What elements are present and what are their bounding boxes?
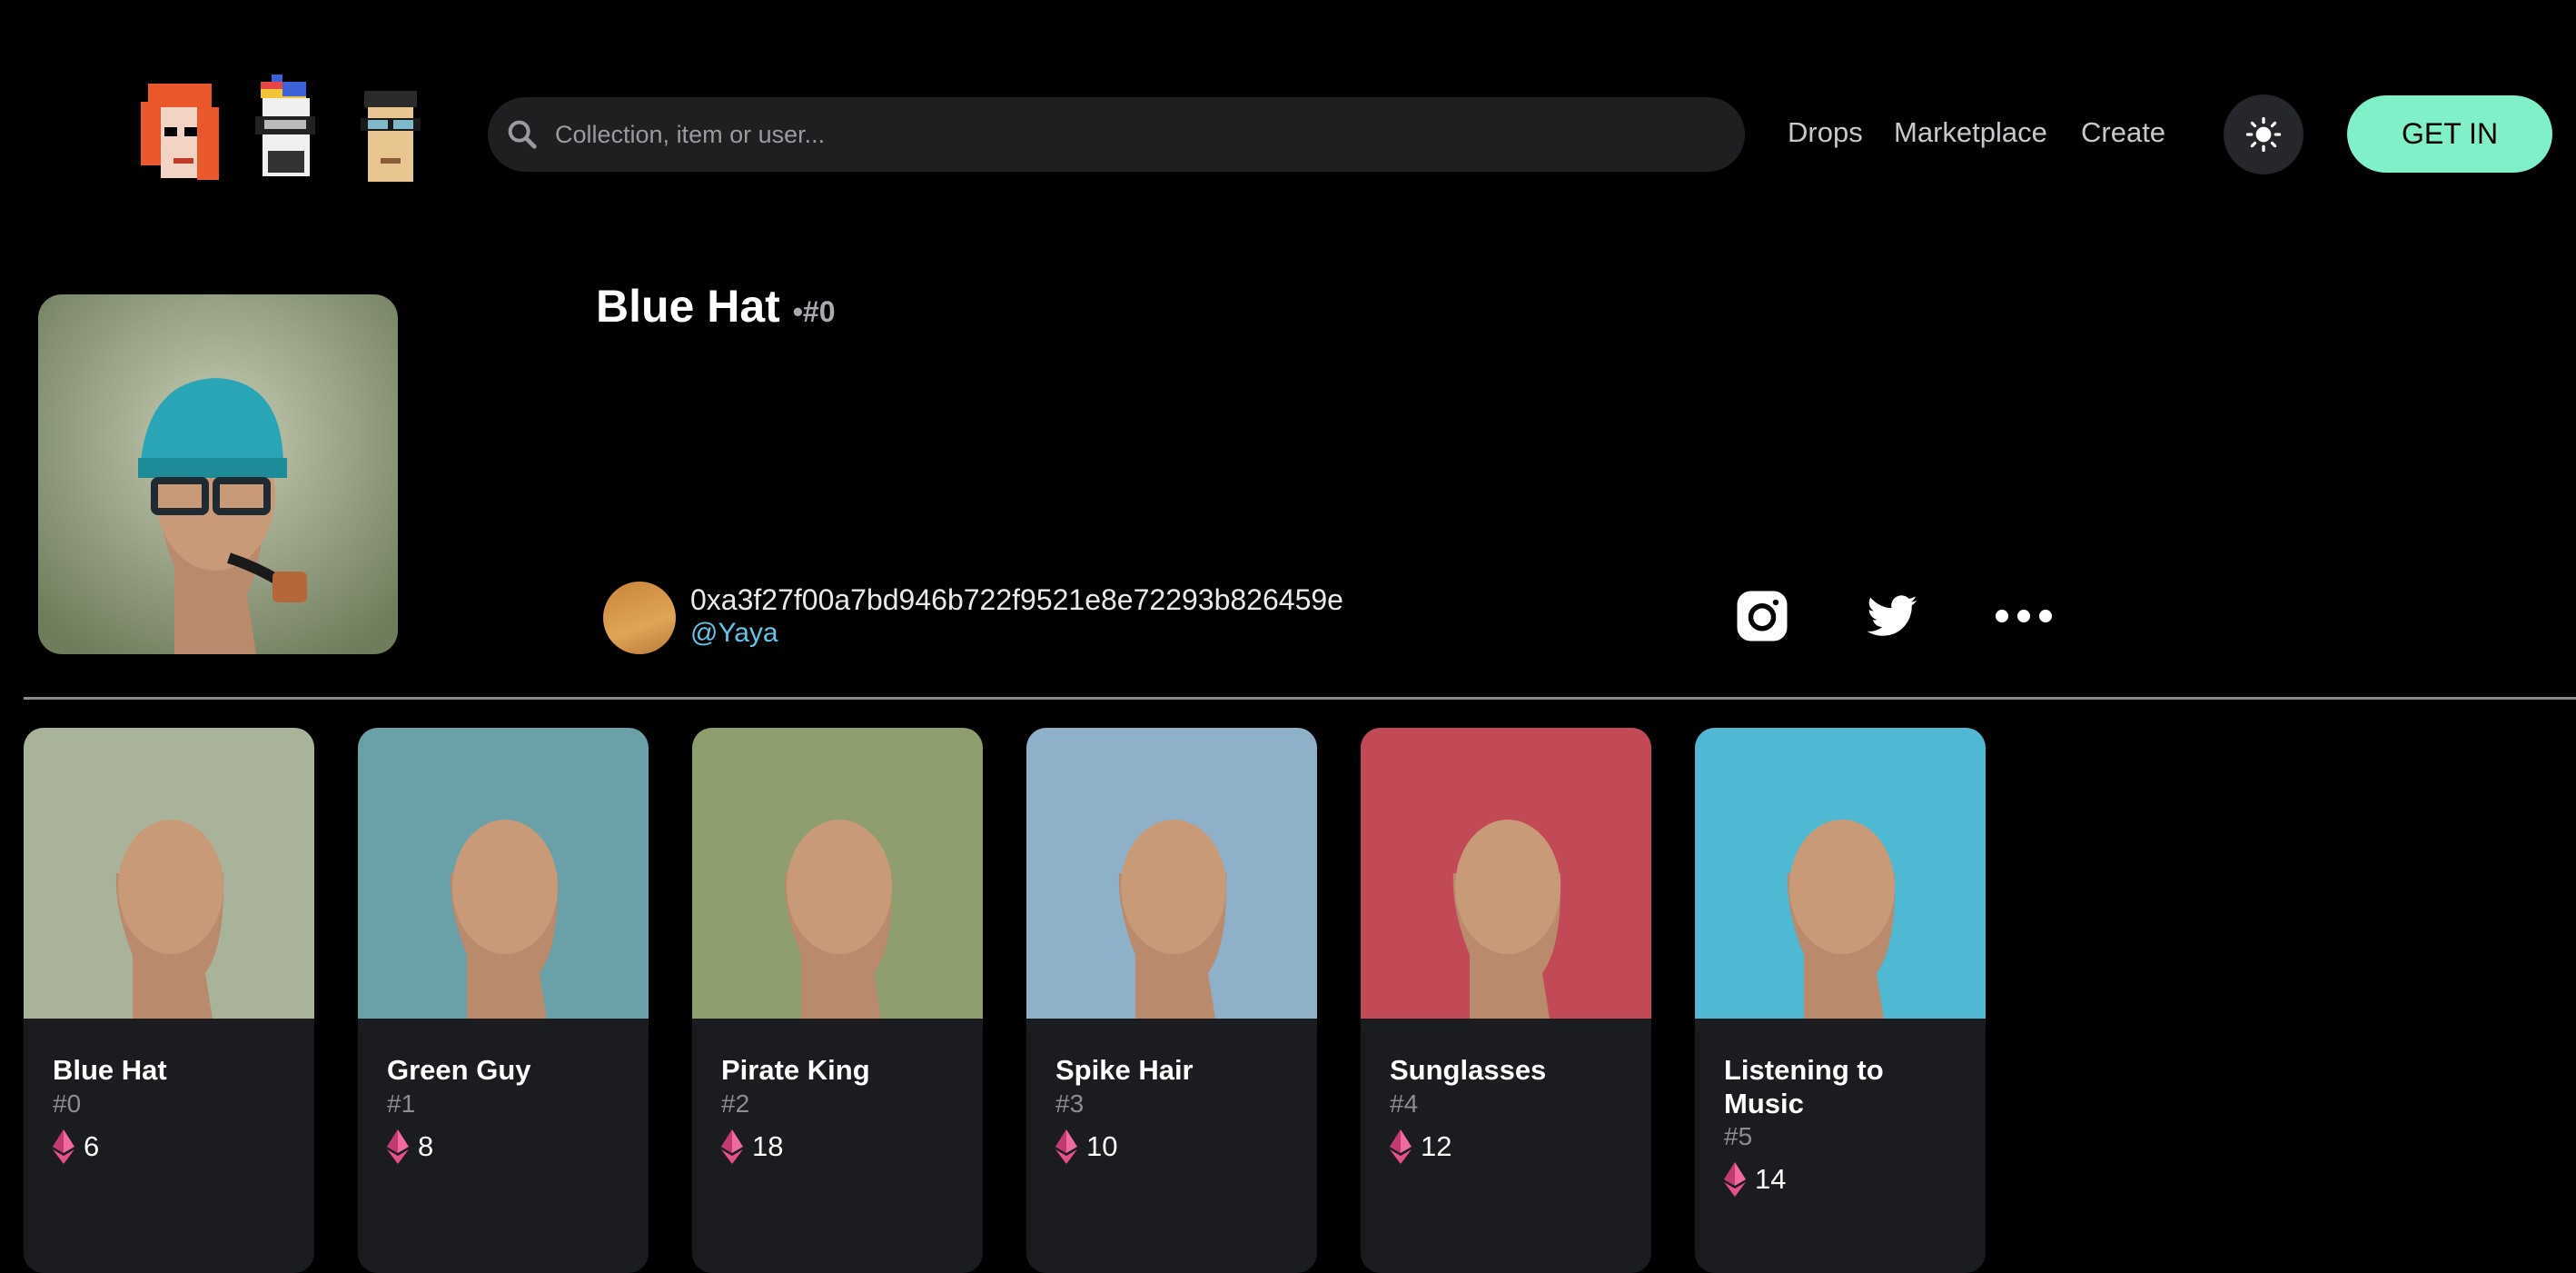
owner-avatar[interactable] bbox=[603, 582, 676, 654]
item-card[interactable]: Blue Hat #0 6 bbox=[24, 728, 314, 1273]
head-portrait-icon bbox=[1361, 728, 1651, 1019]
card-name: Green Guy bbox=[387, 1054, 531, 1086]
card-number: #0 bbox=[53, 1089, 82, 1118]
card-image bbox=[24, 728, 314, 1019]
card-name: Listening to Music bbox=[1724, 1054, 1884, 1119]
card-image bbox=[1026, 728, 1317, 1019]
card-image bbox=[358, 728, 649, 1019]
punk-red-hair-icon bbox=[141, 84, 219, 180]
card-price: 6 bbox=[53, 1129, 99, 1164]
card-price-value: 8 bbox=[418, 1130, 434, 1162]
twitter-button[interactable] bbox=[1864, 589, 1920, 648]
nav-marketplace[interactable]: Marketplace bbox=[1894, 116, 2047, 149]
item-card[interactable]: Green Guy #1 8 bbox=[358, 728, 649, 1273]
card-price-value: 10 bbox=[1086, 1130, 1118, 1162]
head-portrait-icon bbox=[692, 728, 983, 1019]
card-image bbox=[1695, 728, 1986, 1019]
punk-logo-icon bbox=[141, 75, 421, 182]
ethereum-icon bbox=[721, 1129, 743, 1164]
blue-hat-portrait-icon bbox=[38, 294, 398, 654]
ethereum-icon bbox=[1390, 1129, 1412, 1164]
nav-create[interactable]: Create bbox=[2081, 116, 2165, 149]
card-price: 10 bbox=[1055, 1129, 1117, 1164]
card-price-value: 18 bbox=[752, 1130, 784, 1162]
item-card[interactable]: Spike Hair #3 10 bbox=[1026, 728, 1317, 1273]
card-image bbox=[692, 728, 983, 1019]
punk-sunglasses-icon bbox=[361, 91, 421, 182]
ethereum-icon bbox=[53, 1129, 74, 1164]
head-portrait-icon bbox=[1695, 728, 1986, 1019]
instagram-button[interactable] bbox=[1735, 589, 1789, 648]
sun-icon bbox=[2245, 116, 2282, 153]
logo[interactable] bbox=[141, 75, 431, 191]
item-image bbox=[38, 294, 398, 654]
search-icon bbox=[508, 120, 537, 149]
card-price: 12 bbox=[1390, 1129, 1451, 1164]
card-image bbox=[1361, 728, 1651, 1019]
card-name: Spike Hair bbox=[1055, 1054, 1194, 1086]
ethereum-icon bbox=[1055, 1129, 1077, 1164]
more-button[interactable] bbox=[1994, 589, 2054, 648]
item-name: Blue Hat bbox=[596, 281, 780, 332]
card-price-value: 12 bbox=[1421, 1130, 1452, 1162]
title-separator: • bbox=[792, 295, 803, 328]
owner-address: 0xa3f27f00a7bd946b722f9521e8e72293b82645… bbox=[690, 583, 1343, 616]
ethereum-icon bbox=[387, 1129, 409, 1164]
twitter-icon bbox=[1867, 595, 1917, 636]
card-price-value: 14 bbox=[1755, 1163, 1787, 1195]
card-number: #3 bbox=[1055, 1089, 1085, 1118]
search-bar[interactable] bbox=[488, 97, 1745, 172]
more-icon bbox=[1996, 610, 2052, 622]
card-number: #2 bbox=[721, 1089, 750, 1118]
card-price: 18 bbox=[721, 1129, 783, 1164]
head-portrait-icon bbox=[24, 728, 314, 1019]
card-number: #1 bbox=[387, 1089, 416, 1118]
ethereum-icon bbox=[1724, 1162, 1746, 1197]
punk-beanie-icon bbox=[255, 75, 315, 176]
card-name: Blue Hat bbox=[53, 1054, 167, 1086]
item-card[interactable]: Listening to Music #5 14 bbox=[1695, 728, 1986, 1273]
get-in-button[interactable]: GET IN bbox=[2347, 95, 2552, 173]
divider bbox=[24, 697, 2576, 700]
card-number: #4 bbox=[1390, 1089, 1419, 1118]
head-portrait-icon bbox=[358, 728, 649, 1019]
card-price: 14 bbox=[1724, 1162, 1786, 1197]
item-title: Blue Hat •#0 bbox=[596, 280, 836, 333]
card-price-value: 6 bbox=[84, 1130, 100, 1162]
card-number: #5 bbox=[1724, 1122, 1753, 1150]
item-number: #0 bbox=[802, 295, 836, 328]
card-name: Sunglasses bbox=[1390, 1054, 1547, 1086]
nav-drops[interactable]: Drops bbox=[1788, 116, 1863, 149]
search-input[interactable] bbox=[553, 119, 1647, 150]
item-card[interactable]: Sunglasses #4 12 bbox=[1361, 728, 1651, 1273]
owner-handle[interactable]: @Yaya bbox=[690, 618, 778, 649]
instagram-icon bbox=[1737, 591, 1788, 641]
theme-toggle-button[interactable] bbox=[2224, 94, 2304, 174]
card-name: Pirate King bbox=[721, 1054, 870, 1086]
item-card[interactable]: Pirate King #2 18 bbox=[692, 728, 983, 1273]
card-price: 8 bbox=[387, 1129, 433, 1164]
head-portrait-icon bbox=[1026, 728, 1317, 1019]
